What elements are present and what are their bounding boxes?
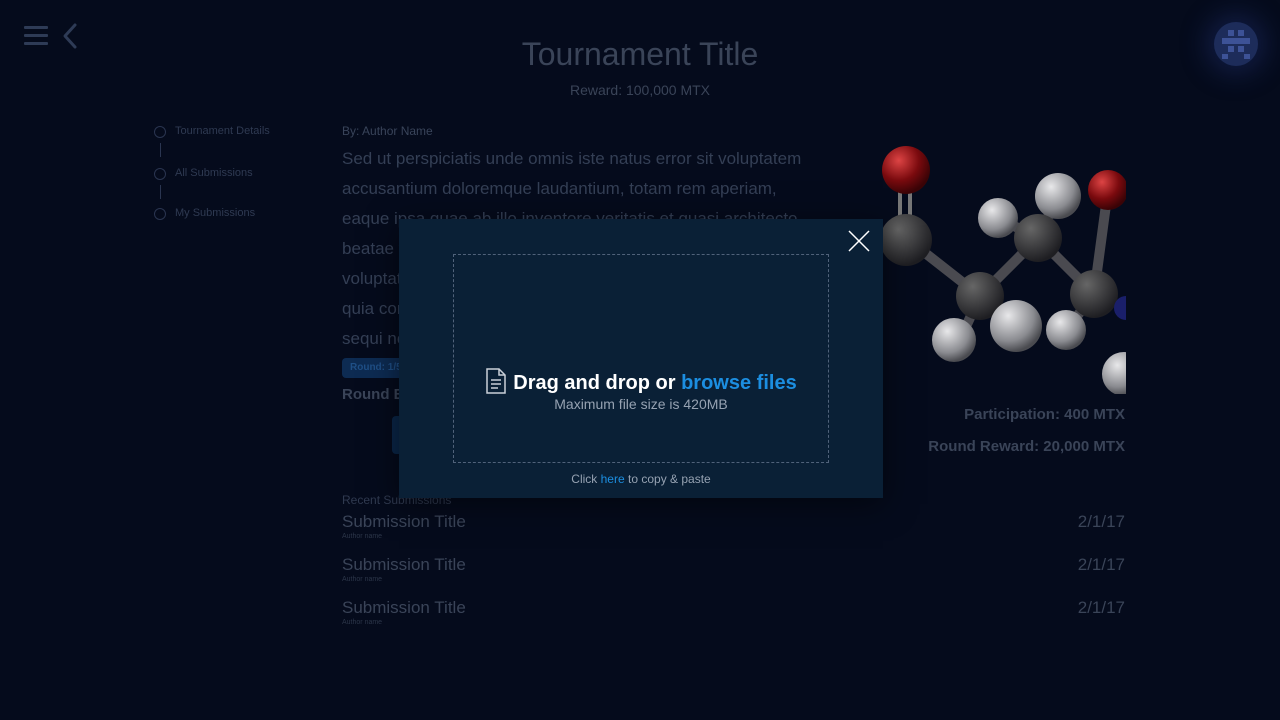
document-icon	[486, 368, 507, 394]
author-name: By: Author Name	[342, 124, 433, 138]
submission-date: 2/1/17	[1077, 598, 1125, 617]
browse-files-link[interactable]: browse files	[681, 372, 797, 394]
molecule-image	[858, 118, 1126, 394]
step-label: All Submissions	[175, 167, 253, 179]
dropzone-message: Drag and drop or browse files	[454, 368, 828, 395]
submission-row[interactable]: Submission Title Author name 2/1/17	[342, 555, 1125, 591]
submission-title: Submission Title	[342, 598, 466, 617]
close-icon[interactable]	[848, 230, 870, 252]
file-dropzone[interactable]: Drag and drop or browse files Maximum fi…	[453, 254, 829, 463]
participation-fee: Participation: 400 MTX	[964, 406, 1125, 423]
step-connector	[160, 185, 161, 199]
submission-row[interactable]: Submission Title Author name 2/1/17	[342, 512, 1125, 548]
round-reward: Round Reward: 20,000 MTX	[928, 438, 1125, 455]
submission-date: 2/1/17	[1077, 512, 1125, 531]
submission-author: Author name	[342, 619, 383, 626]
copy-paste-hint: Click here to copy & paste	[399, 472, 883, 486]
step-dot	[154, 126, 166, 138]
submission-title: Submission Title	[342, 555, 466, 574]
upload-modal: Drag and drop or browse files Maximum fi…	[399, 219, 883, 498]
drag-drop-text: Drag and drop or	[513, 372, 676, 394]
submission-row[interactable]: Submission Title Author name 2/1/17	[342, 598, 1125, 634]
submission-date: 2/1/17	[1077, 555, 1125, 574]
max-file-size: Maximum file size is 420MB	[554, 396, 728, 412]
submission-title: Submission Title	[342, 512, 466, 531]
step-label: Tournament Details	[175, 125, 270, 137]
step-label: My Submissions	[175, 207, 256, 219]
submission-author: Author name	[342, 576, 383, 583]
copy-paste-link[interactable]: here	[601, 472, 625, 486]
step-tournament-details[interactable]: Tournament Details	[154, 124, 354, 140]
tournament-reward: Reward: 100,000 MTX	[569, 82, 711, 98]
submission-author: Author name	[342, 533, 383, 540]
step-all-submissions[interactable]: All Submissions	[154, 166, 354, 182]
step-my-submissions[interactable]: My Submissions	[154, 206, 354, 222]
click-text: Click	[571, 472, 598, 486]
copy-paste-text: to copy & paste	[628, 472, 711, 486]
step-connector	[160, 143, 161, 157]
tournament-page: Tournament Title Reward: 100,000 MTX Tou…	[0, 0, 1280, 720]
tournament-title: Tournament Title	[521, 36, 759, 72]
step-dot	[154, 208, 166, 220]
step-dot	[154, 168, 166, 180]
